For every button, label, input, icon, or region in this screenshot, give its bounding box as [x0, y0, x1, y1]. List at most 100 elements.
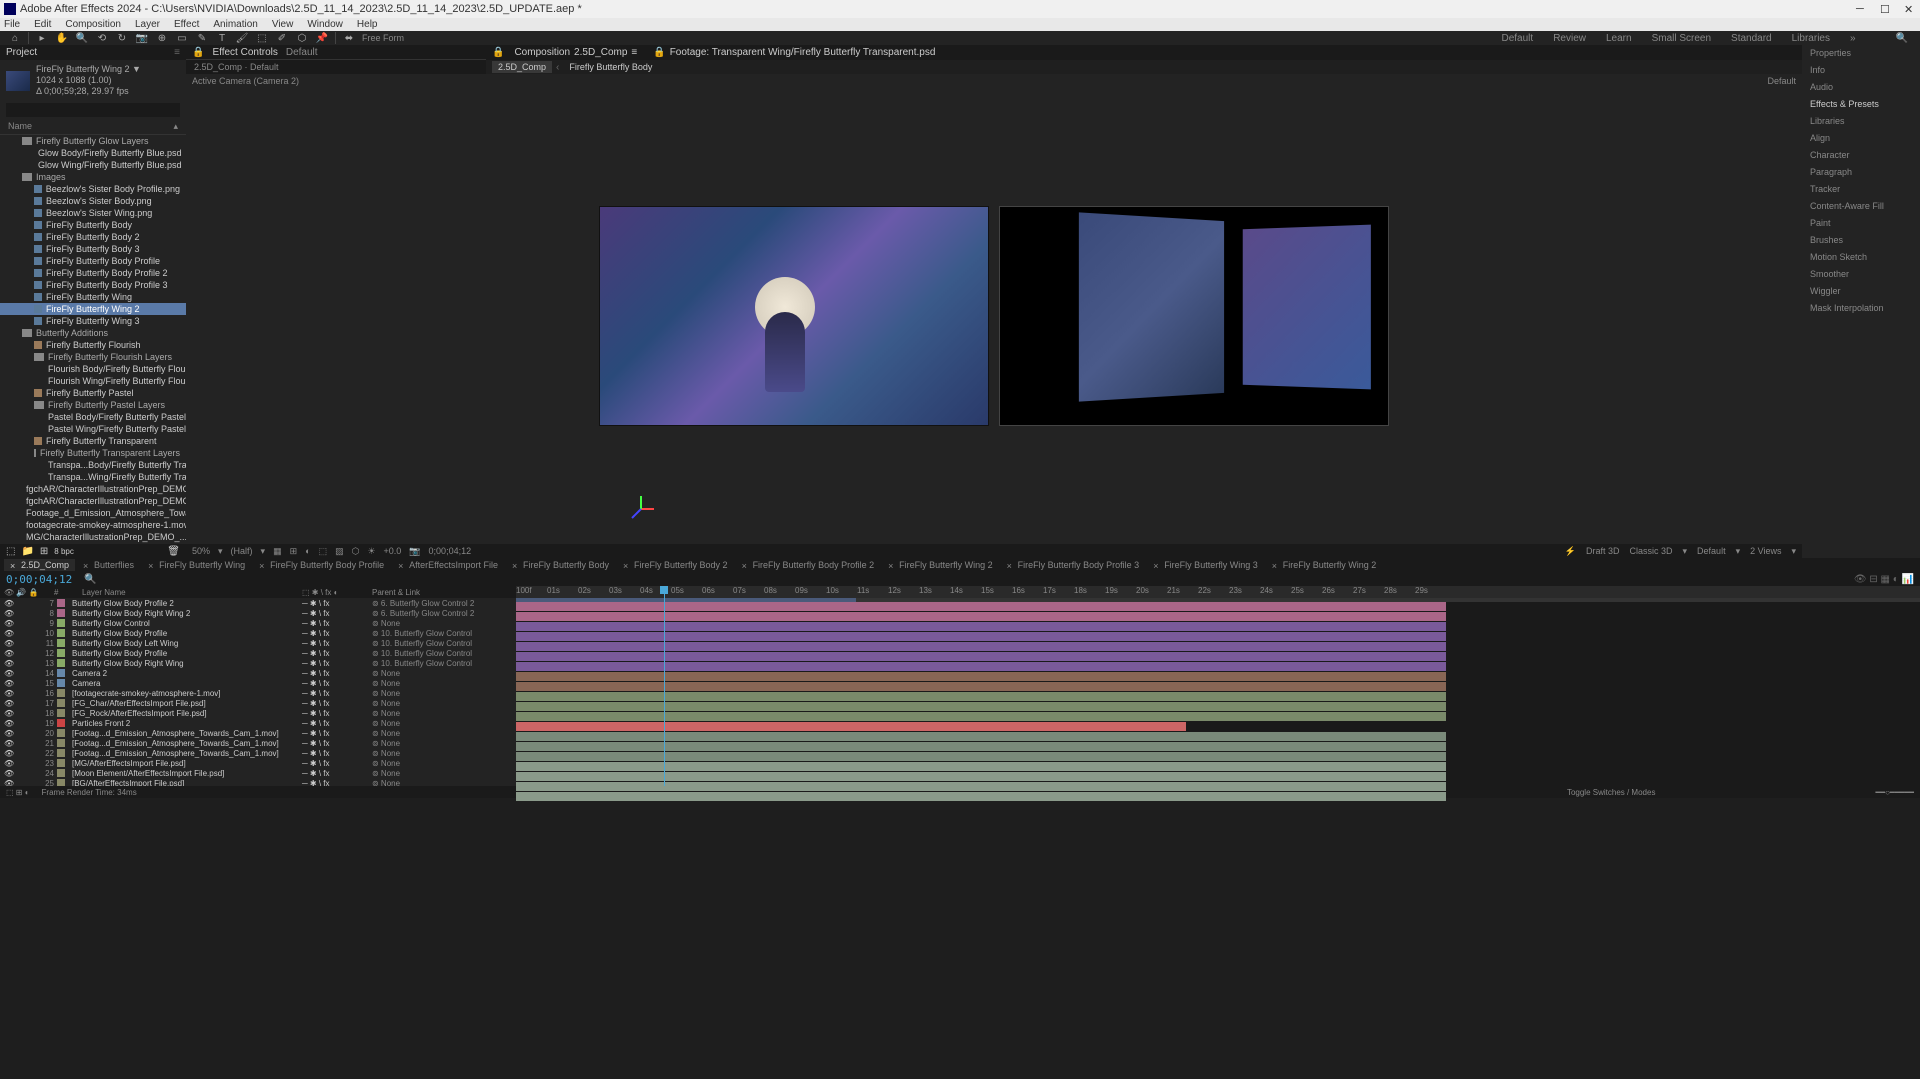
- layer-duration-bar[interactable]: [516, 792, 1446, 801]
- layer-duration-bar[interactable]: [516, 632, 1446, 641]
- tree-item[interactable]: Glow Wing/Firefly Butterfly Blue.psd: [0, 159, 186, 171]
- timeline-tab[interactable]: ×AfterEffectsImport File: [392, 559, 504, 571]
- layer-color-swatch[interactable]: [57, 709, 65, 717]
- layer-switches[interactable]: ─ ✱ \ fx: [302, 699, 372, 708]
- layer-parent[interactable]: ⊚ None: [372, 739, 512, 748]
- layer-color-swatch[interactable]: [57, 779, 65, 786]
- timeline-track[interactable]: [516, 612, 1920, 622]
- layer-parent[interactable]: ⊚ 6. Butterfly Glow Control 2: [372, 609, 512, 618]
- layer-switches[interactable]: ─ ✱ \ fx: [302, 659, 372, 668]
- menu-help[interactable]: Help: [357, 19, 378, 30]
- timeline-track[interactable]: [516, 742, 1920, 752]
- layer-color-swatch[interactable]: [57, 599, 65, 607]
- tree-item[interactable]: FireFly Butterfly Body 2: [0, 231, 186, 243]
- layer-name[interactable]: Camera: [68, 679, 302, 688]
- visibility-toggle[interactable]: 👁: [4, 669, 16, 678]
- tree-item[interactable]: Flourish Wing/Firefly Butterfly Flourish…: [0, 375, 186, 387]
- visibility-toggle[interactable]: 👁: [4, 689, 16, 698]
- layer-duration-bar[interactable]: [516, 722, 1186, 731]
- layer-switches[interactable]: ─ ✱ \ fx: [302, 709, 372, 718]
- tree-item[interactable]: Pastel Body/Firefly Butterfly Pastel.psd: [0, 411, 186, 423]
- layer-color-swatch[interactable]: [57, 769, 65, 777]
- effect-controls-tab[interactable]: Effect Controls: [212, 47, 277, 58]
- layer-parent[interactable]: ⊚ None: [372, 759, 512, 768]
- panel-libraries[interactable]: Libraries: [1802, 113, 1920, 130]
- layer-duration-bar[interactable]: [516, 672, 1446, 681]
- layer-color-swatch[interactable]: [57, 639, 65, 647]
- layer-name[interactable]: [BG/AfterEffectsImport File.psd]: [68, 779, 302, 787]
- visibility-toggle[interactable]: 👁: [4, 749, 16, 758]
- camera-view-2[interactable]: [999, 206, 1389, 426]
- tree-item[interactable]: Beezlow's Sister Body.png: [0, 195, 186, 207]
- layer-parent[interactable]: ⊚ 10. Butterfly Glow Control: [372, 629, 512, 638]
- eraser-tool-icon[interactable]: ✐: [275, 31, 289, 45]
- close-icon[interactable]: ×: [742, 561, 750, 569]
- timeline-track[interactable]: [516, 752, 1920, 762]
- layer-duration-bar[interactable]: [516, 702, 1446, 711]
- layer-name[interactable]: Camera 2: [68, 669, 302, 678]
- layer-parent[interactable]: ⊚ 10. Butterfly Glow Control: [372, 649, 512, 658]
- visibility-toggle[interactable]: 👁: [4, 649, 16, 658]
- timeline-layer-row[interactable]: 👁20[Footag...d_Emission_Atmosphere_Towar…: [0, 728, 516, 738]
- timeline-layer-row[interactable]: 👁10Butterfly Glow Body Profile─ ✱ \ fx⊚ …: [0, 628, 516, 638]
- timeline-layer-row[interactable]: 👁16[footagecrate-smokey-atmosphere-1.mov…: [0, 688, 516, 698]
- timeline-layer-row[interactable]: 👁24[Moon Element/AfterEffectsImport File…: [0, 768, 516, 778]
- clone-tool-icon[interactable]: ⬚: [255, 31, 269, 45]
- layer-color-swatch[interactable]: [57, 729, 65, 737]
- layer-switches[interactable]: ─ ✱ \ fx: [302, 689, 372, 698]
- project-tab[interactable]: Project: [6, 47, 37, 58]
- panel-properties[interactable]: Properties: [1802, 45, 1920, 62]
- timeline-track[interactable]: [516, 782, 1920, 792]
- close-icon[interactable]: ×: [148, 561, 156, 569]
- layer-name[interactable]: Particles Front 2: [68, 719, 302, 728]
- footage-tab[interactable]: 🔒 Footage: Transparent Wing/Firefly Butt…: [647, 47, 941, 58]
- layer-switches[interactable]: ─ ✱ \ fx: [302, 729, 372, 738]
- minimize-button[interactable]: ─: [1856, 3, 1868, 15]
- visibility-toggle[interactable]: 👁: [4, 609, 16, 618]
- timeline-track[interactable]: [516, 712, 1920, 722]
- layer-color-swatch[interactable]: [57, 659, 65, 667]
- panel-motion-sketch[interactable]: Motion Sketch: [1802, 249, 1920, 266]
- timeline-track[interactable]: [516, 762, 1920, 772]
- zoom-tool-icon[interactable]: 🔍: [75, 31, 89, 45]
- delete-icon[interactable]: 🗑: [167, 546, 180, 557]
- timeline-track[interactable]: [516, 702, 1920, 712]
- layer-switches[interactable]: ─ ✱ \ fx: [302, 739, 372, 748]
- workspace-learn[interactable]: Learn: [1602, 33, 1636, 44]
- sort-icon[interactable]: ▴: [173, 121, 178, 132]
- menu-effect[interactable]: Effect: [174, 19, 199, 30]
- layer-switches[interactable]: ─ ✱ \ fx: [302, 609, 372, 618]
- layer-parent[interactable]: ⊚ None: [372, 669, 512, 678]
- visibility-toggle[interactable]: 👁: [4, 619, 16, 628]
- visibility-toggle[interactable]: 👁: [4, 719, 16, 728]
- timeline-track[interactable]: [516, 672, 1920, 682]
- layer-parent[interactable]: ⊚ None: [372, 779, 512, 787]
- visibility-toggle[interactable]: 👁: [4, 709, 16, 718]
- tree-item[interactable]: FireFly Butterfly Wing: [0, 291, 186, 303]
- panel-audio[interactable]: Audio: [1802, 79, 1920, 96]
- layer-duration-bar[interactable]: [516, 682, 1446, 691]
- mask-icon[interactable]: ◐: [305, 546, 310, 556]
- visibility-toggle[interactable]: 👁: [4, 739, 16, 748]
- transparency-icon[interactable]: ▨: [335, 546, 344, 557]
- axis-3d-gizmo[interactable]: [626, 494, 656, 524]
- layer-duration-bar[interactable]: [516, 652, 1446, 661]
- layer-color-swatch[interactable]: [57, 619, 65, 627]
- layer-color-swatch[interactable]: [57, 719, 65, 727]
- layer-duration-bar[interactable]: [516, 782, 1446, 791]
- layer-switches[interactable]: ─ ✱ \ fx: [302, 779, 372, 787]
- view-default-label[interactable]: Default: [1767, 76, 1796, 86]
- menu-file[interactable]: File: [4, 19, 20, 30]
- timeline-track[interactable]: [516, 792, 1920, 802]
- puppet-tool-icon[interactable]: 📌: [315, 31, 329, 45]
- tl-motion-blur-icon[interactable]: ◐: [1893, 574, 1899, 585]
- composition-tab[interactable]: Composition 2.5D_Comp ≡: [508, 47, 643, 58]
- panel-align[interactable]: Align: [1802, 130, 1920, 147]
- layer-color-swatch[interactable]: [57, 699, 65, 707]
- name-column-header[interactable]: Name: [8, 121, 32, 132]
- brush-tool-icon[interactable]: 🖌: [235, 31, 249, 45]
- comp-name[interactable]: FireFly Butterfly Wing 2 ▼: [36, 64, 141, 75]
- draft-3d-toggle[interactable]: Draft 3D: [1586, 546, 1620, 557]
- layer-parent[interactable]: ⊚ None: [372, 689, 512, 698]
- exposure-icon[interactable]: ☀: [367, 546, 375, 557]
